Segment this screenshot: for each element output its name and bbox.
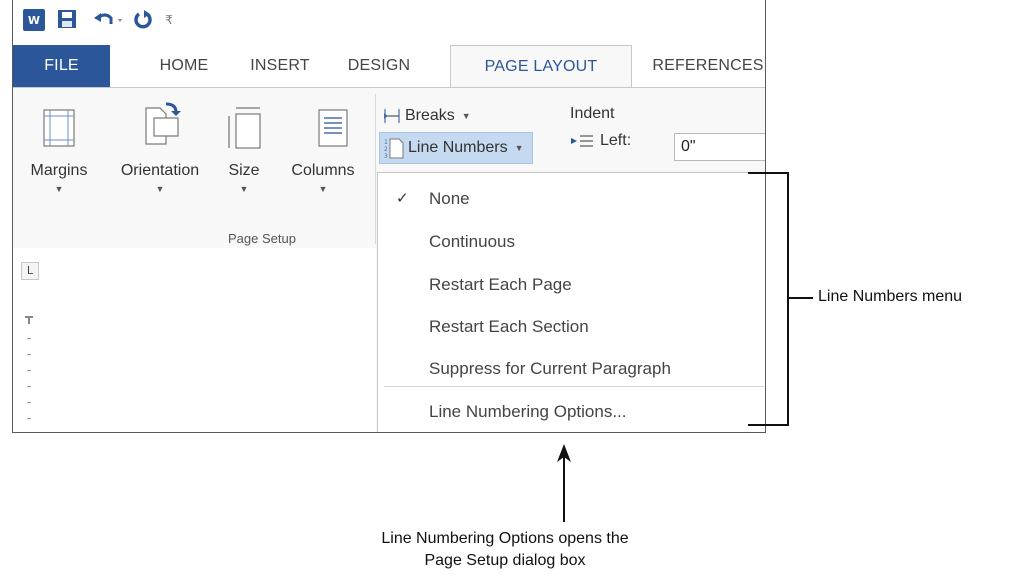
indent-left-input[interactable]: 0": [674, 133, 765, 161]
menu-item-none[interactable]: ✓ None: [378, 179, 765, 219]
size-icon: [228, 107, 261, 149]
bracket-vertical: [787, 172, 789, 426]
vertical-ruler: [19, 298, 39, 432]
breaks-icon: [384, 109, 400, 123]
line-numbers-menu-annotation: Line Numbers menu: [818, 288, 963, 305]
svg-text:1: 1: [384, 139, 388, 146]
size-button[interactable]: Size ▼: [217, 106, 271, 194]
columns-button[interactable]: Columns ▼: [271, 108, 375, 194]
ribbon-tabs: FILE HOME INSERT DESIGN PAGE LAYOUT REFE…: [13, 45, 765, 89]
tab-page-layout[interactable]: PAGE LAYOUT: [450, 45, 632, 89]
tab-design[interactable]: DESIGN: [329, 45, 429, 87]
menu-item-restart-each-section[interactable]: Restart Each Section: [378, 307, 765, 347]
bracket-top: [748, 172, 789, 174]
orientation-icon: [145, 102, 181, 145]
line-numbers-icon: 1 2 3: [384, 138, 404, 159]
columns-caret-icon: ▼: [318, 184, 328, 194]
margins-icon: [43, 109, 75, 147]
menu-item-label: Line Numbering Options...: [429, 402, 627, 421]
indent-left-row: Left:: [570, 132, 631, 150]
page-setup-group-label: Page Setup: [228, 231, 296, 246]
line-numbers-label: Line Numbers: [408, 139, 508, 156]
word-window: W ₹ FILE HOME INSERT DESIGN PAGE LAYOUT …: [12, 0, 766, 433]
breaks-button[interactable]: Breaks ▼: [379, 104, 475, 128]
bracket-bottom: [748, 424, 789, 426]
line-numbers-button[interactable]: 1 2 3 Line Numbers ▼: [379, 132, 533, 164]
svg-text:2: 2: [384, 146, 388, 153]
quick-access-toolbar: W ₹: [13, 0, 765, 40]
size-caret-icon: ▼: [239, 184, 249, 194]
menu-item-line-numbering-options[interactable]: Line Numbering Options...: [378, 392, 765, 432]
menu-separator: [384, 386, 764, 387]
orientation-label: Orientation: [120, 162, 200, 179]
tab-selector-icon[interactable]: L: [21, 262, 39, 280]
menu-item-label: Restart Each Section: [429, 317, 589, 336]
tab-home[interactable]: HOME: [139, 45, 229, 87]
undo-icon[interactable]: [93, 9, 127, 31]
line-numbering-options-annotation: Line Numbering Options opens the Page Se…: [0, 528, 1010, 572]
menu-item-label: Continuous: [429, 232, 516, 251]
bracket-leader: [789, 297, 813, 299]
group-separator: [375, 94, 376, 244]
line-numbers-menu: ✓ None Continuous Restart Each Page Rest…: [377, 172, 765, 432]
indent-title: Indent: [570, 105, 615, 122]
annotation-line-2: Page Setup dialog box: [424, 552, 586, 569]
menu-item-label: Restart Each Page: [429, 275, 572, 294]
customize-qat-icon[interactable]: ₹: [161, 9, 177, 31]
breaks-label: Breaks: [405, 107, 455, 124]
margins-button[interactable]: Margins ▼: [15, 108, 103, 194]
indent-left-icon: [571, 135, 593, 147]
arrow-up-icon: [557, 444, 571, 522]
columns-label: Columns: [291, 162, 355, 179]
tab-insert[interactable]: INSERT: [235, 45, 325, 87]
annotation-line-1: Line Numbering Options opens the: [381, 530, 629, 547]
menu-item-restart-each-page[interactable]: Restart Each Page: [378, 265, 765, 305]
line-numbers-caret-icon: ▼: [514, 143, 524, 153]
save-icon[interactable]: [57, 9, 77, 29]
margins-caret-icon: ▼: [54, 184, 64, 194]
menu-item-suppress-current-paragraph[interactable]: Suppress for Current Paragraph: [378, 349, 765, 389]
menu-item-label: None: [429, 189, 470, 208]
breaks-caret-icon: ▼: [461, 111, 471, 121]
checkmark-icon: ✓: [396, 190, 409, 207]
redo-icon[interactable]: [133, 9, 153, 31]
menu-item-continuous[interactable]: Continuous: [378, 222, 765, 262]
orientation-button[interactable]: Orientation ▼: [105, 100, 215, 194]
svg-text:3: 3: [384, 153, 388, 159]
orientation-caret-icon: ▼: [155, 184, 165, 194]
size-label: Size: [228, 162, 260, 179]
indent-left-label: Left:: [600, 132, 632, 149]
menu-item-label: Suppress for Current Paragraph: [429, 359, 671, 378]
tab-file[interactable]: FILE: [13, 45, 110, 87]
word-logo-icon: W: [23, 9, 45, 31]
margins-label: Margins: [30, 162, 88, 179]
tab-references[interactable]: REFERENCES: [643, 45, 765, 87]
columns-icon: [318, 109, 348, 147]
